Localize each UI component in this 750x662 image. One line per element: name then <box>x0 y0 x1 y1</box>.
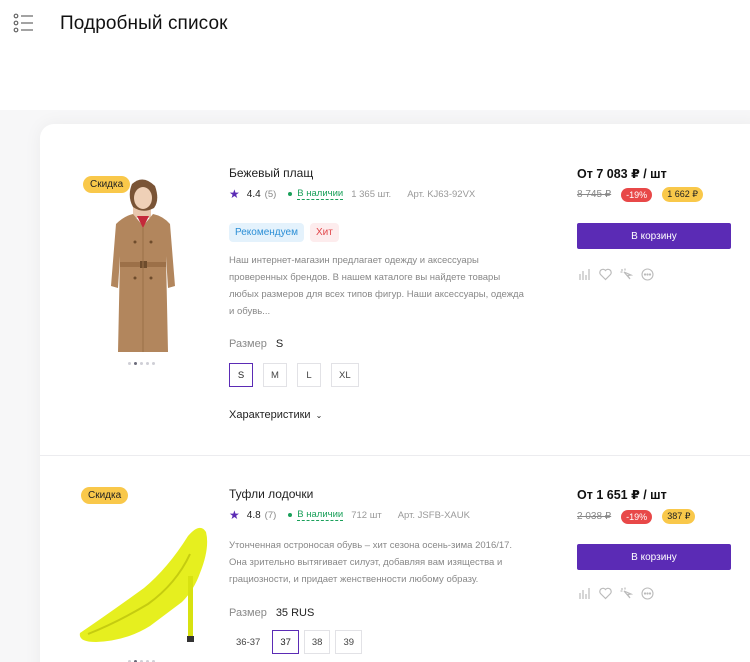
old-price: 8 745 ₽ <box>577 189 612 200</box>
size-option-39[interactable]: 39 <box>335 630 363 654</box>
product-image-coat[interactable] <box>102 176 184 352</box>
product-price: От 1 651 ₽ / шт <box>577 488 667 502</box>
page-title: Подробный список <box>60 13 228 34</box>
compare-icon[interactable] <box>578 268 591 281</box>
discount-badge: -19% <box>621 509 653 524</box>
stock-quantity: 1 365 шт. <box>351 188 392 200</box>
product-actions <box>578 587 654 600</box>
size-option-l[interactable]: L <box>297 363 321 387</box>
size-selection: Размер 35 RUS <box>229 607 314 619</box>
size-options: 36-37 37 38 39 <box>229 630 363 654</box>
price-details: 8 745 ₽ -19% 1 662 ₽ <box>577 187 703 202</box>
product-name[interactable]: Бежевый плащ <box>229 166 313 180</box>
product-description: Наш интернет-магазин предлагает одежду и… <box>229 252 559 320</box>
quick-view-icon[interactable] <box>620 268 633 281</box>
sale-badge: Скидка <box>81 487 129 504</box>
product-meta: ★ 4.4 (5) В наличии 1 365 шт. Арт. KJ63-… <box>229 187 475 201</box>
rating-value: 4.8 <box>246 509 261 521</box>
add-to-cart-button[interactable]: В корзину <box>577 544 731 570</box>
savings-badge: 387 ₽ <box>662 509 696 524</box>
description-line: Утонченная остроносая обувь – хит сезона… <box>229 540 513 551</box>
product-sku: Арт. KJ63-92VX <box>407 188 476 200</box>
size-label: Размер <box>229 607 267 619</box>
size-option-37[interactable]: 37 <box>272 630 299 654</box>
favorite-icon[interactable] <box>599 587 612 600</box>
stock-status[interactable]: В наличии <box>288 188 344 200</box>
description-line: грациозности, и придает женственности лю… <box>229 574 479 585</box>
size-option-s[interactable]: S <box>229 363 253 387</box>
characteristics-toggle[interactable]: Характеристики ⌄ <box>229 409 322 421</box>
tag-hit: Хит <box>309 223 339 242</box>
stock-dot-icon <box>288 513 293 517</box>
description-line: проверенных брендов. В нашем каталоге вы… <box>229 272 501 283</box>
product-image-shoes[interactable] <box>78 518 210 644</box>
product-card: Скидка Туфли лодочки ★ 4.8 (7) В наличии… <box>40 455 750 662</box>
old-price: 2 038 ₽ <box>577 511 612 522</box>
product-description: Утонченная остроносая обувь – хит сезона… <box>229 537 569 588</box>
product-actions <box>578 268 654 281</box>
list-view-icon[interactable] <box>13 13 35 33</box>
product-card: Скидка Бежевый плащ ★ 4.4 (5) В наличии … <box>40 124 750 454</box>
header: Подробный список <box>0 0 750 50</box>
savings-badge: 1 662 ₽ <box>662 187 703 202</box>
reviews-count[interactable]: (7) <box>265 510 277 521</box>
size-value: 35 RUS <box>275 607 315 619</box>
stock-label[interactable]: В наличии <box>297 509 344 521</box>
page: Подробный список Скидка Бежевый плащ ★ 4… <box>0 0 750 662</box>
description-line: любых размеров для всех типов фигур. Наш… <box>229 289 524 300</box>
favorite-icon[interactable] <box>599 268 612 281</box>
reviews-count[interactable]: (5) <box>265 189 277 200</box>
size-selection: Размер S <box>229 338 283 350</box>
add-to-cart-button[interactable]: В корзину <box>577 223 731 249</box>
price-details: 2 038 ₽ -19% 387 ₽ <box>577 509 696 524</box>
star-icon: ★ <box>229 508 240 522</box>
size-value: S <box>275 338 284 350</box>
stock-status[interactable]: В наличии <box>288 509 344 521</box>
characteristics-label: Характеристики <box>229 409 311 421</box>
product-meta: ★ 4.8 (7) В наличии 712 шт Арт. JSFB-XAU… <box>229 508 470 522</box>
size-options: S M L XL <box>229 363 359 387</box>
rating-value: 4.4 <box>246 188 261 200</box>
tag-recommended: Рекомендуем <box>229 223 304 242</box>
stock-quantity: 712 шт <box>351 509 382 521</box>
discount-badge: -19% <box>621 187 653 202</box>
stock-dot-icon <box>288 192 293 196</box>
image-gallery-dots[interactable] <box>128 362 155 365</box>
quick-view-icon[interactable] <box>620 587 633 600</box>
sale-badge: Скидка <box>83 176 131 193</box>
product-price: От 7 083 ₽ / шт <box>577 167 667 181</box>
description-line: Она зрительно вытягивает силуэт, добавля… <box>229 557 503 568</box>
compare-icon[interactable] <box>578 587 591 600</box>
product-tags: Рекомендуем Хит <box>229 223 339 242</box>
stock-label[interactable]: В наличии <box>297 188 344 200</box>
size-option-m[interactable]: M <box>263 363 287 387</box>
product-name[interactable]: Туфли лодочки <box>229 487 313 501</box>
size-option-38[interactable]: 38 <box>303 630 331 654</box>
more-icon[interactable] <box>641 268 654 281</box>
chevron-down-icon: ⌄ <box>315 411 323 420</box>
star-icon: ★ <box>229 187 240 201</box>
more-icon[interactable] <box>641 587 654 600</box>
size-option-36-37[interactable]: 36-37 <box>229 630 267 654</box>
description-line: Наш интернет-магазин предлагает одежду и… <box>229 255 479 266</box>
size-option-xl[interactable]: XL <box>331 363 359 387</box>
product-sku: Арт. JSFB-XAUK <box>397 509 470 521</box>
size-label: Размер <box>229 338 267 350</box>
description-line: и обувь... <box>229 306 271 317</box>
